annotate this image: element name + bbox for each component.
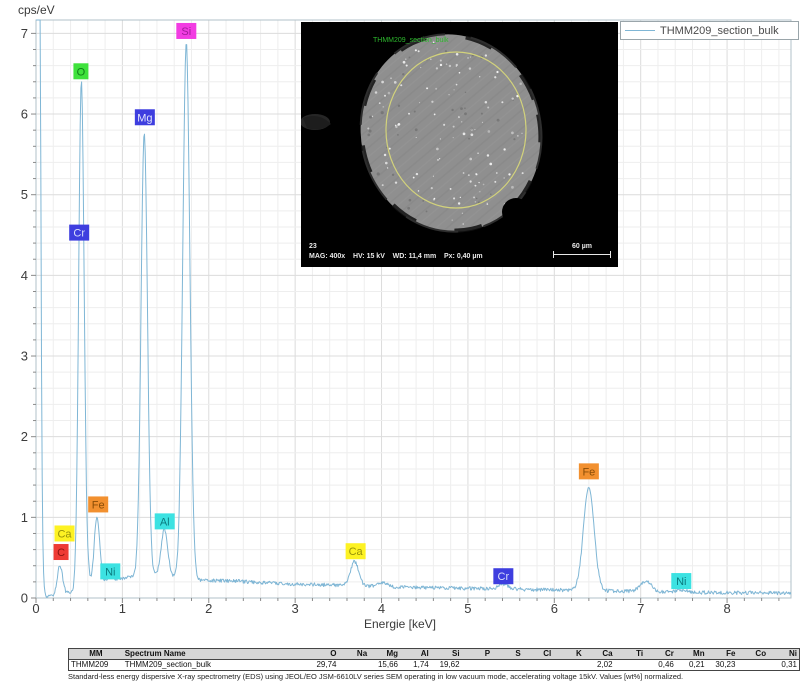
x-axis-title: Energie [keV] [363, 617, 437, 631]
peak-label-ni: Ni [100, 563, 121, 580]
table-cell [553, 660, 584, 671]
col-header-cl: Cl [522, 648, 554, 660]
col-header-ti: Ti [614, 648, 646, 660]
y-tick-label: 6 [21, 107, 28, 122]
y-tick-label: 4 [21, 268, 28, 283]
peak-label-al: Al [154, 513, 175, 530]
svg-text:Cr: Cr [73, 228, 85, 240]
x-tick-label: 8 [723, 601, 730, 616]
y-tick-label: 1 [21, 510, 28, 525]
table-cell [615, 660, 646, 671]
legend-line-swatch [625, 30, 655, 31]
x-tick-label: 3 [292, 601, 299, 616]
peak-label-fe: Fe [578, 463, 599, 480]
y-tick-label: 2 [21, 429, 28, 444]
table-cell: THMM209 [71, 660, 109, 669]
peak-label-mg: Mg [134, 109, 155, 126]
svg-text:Cr: Cr [498, 571, 510, 583]
col-header-mg: Mg [369, 648, 400, 660]
svg-text:Si: Si [181, 26, 191, 38]
table-cell [339, 660, 370, 671]
svg-text:O: O [77, 66, 86, 78]
sem-scale-label: 60 µm [572, 243, 592, 250]
col-header-co: Co [737, 648, 769, 660]
svg-text:Mg: Mg [137, 112, 152, 124]
sem-inset-image: THMM209_section_bulk 23 MAG: 400x HV: 15… [301, 22, 618, 267]
x-tick-label: 2 [205, 601, 212, 616]
sem-frame-number: 23 [309, 243, 317, 250]
table-cell: 15,66 [377, 660, 398, 669]
sem-metadata: MAG: 400x HV: 15 kV WD: 11,4 mm Px: 0,40… [309, 253, 483, 260]
sem-scale-tick-left [553, 251, 554, 258]
table-cell: 0,46 [658, 660, 674, 669]
svg-text:C: C [57, 547, 65, 559]
peak-label-o: O [73, 63, 89, 80]
col-header-si: Si [430, 648, 462, 660]
y-tick-label: 5 [21, 187, 28, 202]
results-table-header: MM Spectrum Name O Na Mg Al Si P S Cl K Ca Ti Cr Mn Fe C… [68, 648, 800, 660]
y-tick-label: 0 [21, 591, 28, 606]
svg-text:Fe: Fe [92, 499, 105, 511]
sem-particle-image [301, 22, 618, 267]
col-header-o: O [307, 648, 339, 660]
y-tick-label: 7 [21, 26, 28, 41]
svg-text:Ni: Ni [105, 566, 115, 578]
table-cell [492, 660, 523, 671]
sem-scale-line [553, 254, 611, 255]
col-header-ni: Ni [768, 648, 800, 660]
table-cell: 30,23 [715, 660, 736, 669]
table-row: THMM209 THMM209_section_bulk 29,74 15,66 1,7… [69, 660, 800, 671]
col-header-mm: MM [68, 648, 123, 660]
table-cell: 1,74 [413, 660, 429, 669]
results-table: MM Spectrum Name O Na Mg Al Si P S Cl K Ca Ti Cr Mn Fe C… [68, 648, 800, 671]
sem-notch [502, 198, 530, 226]
svg-text:Al: Al [160, 516, 170, 528]
peak-label-cr: Cr [69, 224, 90, 241]
peak-label-ca: Ca [345, 543, 366, 560]
table-cell: 0,21 [689, 660, 705, 669]
sem-area-label: THMM209_section_bulk [373, 37, 449, 44]
sem-scale-bar: 60 µm [553, 243, 611, 258]
col-header-s: S [492, 648, 523, 660]
col-header-ca: Ca [583, 648, 615, 660]
table-cell: THMM209_section_bulk [124, 660, 211, 669]
table-cell: 19,62 [439, 660, 460, 669]
x-tick-label: 4 [378, 601, 385, 616]
svg-text:Ca: Ca [57, 528, 72, 540]
table-cell: 29,74 [316, 660, 337, 669]
svg-text:Fe: Fe [582, 466, 595, 478]
col-header-mn: Mn [675, 648, 707, 660]
col-header-na: Na [338, 648, 370, 660]
peak-label-cr: Cr [493, 568, 514, 585]
x-tick-label: 1 [119, 601, 126, 616]
legend: THMM209_section_bulk [620, 21, 799, 40]
table-cell: 2,02 [596, 660, 613, 669]
eds-report: cps/eV 0 1 2 3 4 5 6 7 8 0 1 2 3 4 5 6 7 C Ca O Cr Fe Ni Mg Al Si… [0, 0, 800, 695]
peak-label-ca: Ca [54, 525, 75, 542]
x-tick-label: 0 [32, 601, 39, 616]
peak-label-si: Si [176, 22, 197, 39]
table-cell: 0,31 [781, 660, 797, 669]
x-tick-label: 6 [551, 601, 558, 616]
y-tick-label: 3 [21, 349, 28, 364]
peak-label-c: C [53, 544, 69, 561]
svg-text:Ca: Ca [349, 546, 364, 558]
svg-text:Ni: Ni [676, 576, 686, 588]
col-header-al: Al [400, 648, 431, 660]
table-cell [462, 660, 493, 671]
col-header-p: P [461, 648, 493, 660]
table-cell [523, 660, 554, 671]
x-tick-label: 5 [464, 601, 471, 616]
col-header-fe: Fe [706, 648, 738, 660]
col-header-spectrum-name: Spectrum Name [122, 648, 308, 660]
legend-label: THMM209_section_bulk [660, 24, 779, 37]
footnote: Standard-less energy dispersive X-ray sp… [68, 672, 684, 681]
table-cell [737, 660, 768, 671]
x-tick-label: 7 [637, 601, 644, 616]
col-header-k: K [553, 648, 584, 660]
peak-label-ni: Ni [671, 573, 692, 590]
col-header-cr: Cr [645, 648, 676, 660]
sem-scale-tick-right [610, 251, 611, 258]
peak-label-fe: Fe [88, 496, 109, 513]
